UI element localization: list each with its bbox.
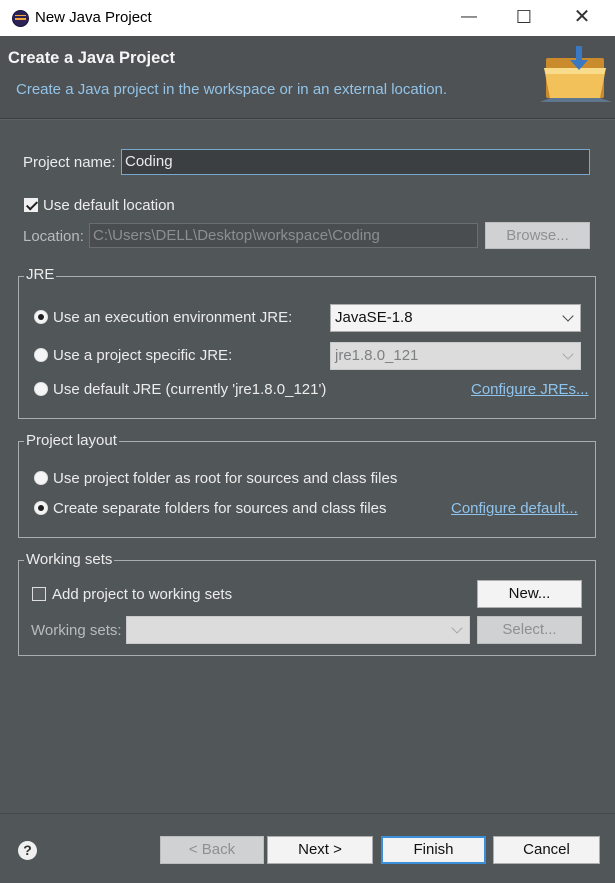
new-working-set-button[interactable]: New... <box>477 580 582 608</box>
default-jre-label: Use default JRE (currently 'jre1.8.0_121… <box>53 381 327 398</box>
maximize-button[interactable]: ☐ <box>495 0 553 36</box>
single-folder-radio[interactable] <box>34 471 48 485</box>
chevron-down-icon <box>451 622 463 634</box>
cancel-button[interactable]: Cancel <box>493 836 600 864</box>
execution-environment-select[interactable]: JavaSE-1.8 <box>330 304 581 332</box>
chevron-down-icon <box>562 310 574 322</box>
project-layout-group <box>18 441 596 538</box>
jre-group-title: JRE <box>24 266 57 283</box>
minimize-button[interactable]: — <box>440 0 498 36</box>
title-bar: New Java Project — ☐ ✕ <box>0 0 615 36</box>
chevron-down-icon <box>562 348 574 360</box>
separate-folders-radio[interactable] <box>34 501 48 515</box>
footer-separator <box>0 813 615 814</box>
execution-environment-value: JavaSE-1.8 <box>335 309 413 326</box>
browse-button: Browse... <box>485 222 590 249</box>
execution-environment-label: Use an execution environment JRE: <box>53 309 293 326</box>
default-jre-radio[interactable] <box>34 382 48 396</box>
working-sets-group-title: Working sets <box>24 551 115 568</box>
configure-jres-link[interactable]: Configure JREs... <box>471 381 589 398</box>
add-to-working-sets-checkbox[interactable] <box>32 587 46 601</box>
working-sets-label: Working sets: <box>31 622 122 639</box>
close-button[interactable]: ✕ <box>553 0 611 36</box>
use-default-location-checkbox[interactable] <box>24 198 38 212</box>
finish-button[interactable]: Finish <box>381 836 486 864</box>
project-layout-group-title: Project layout <box>24 432 119 449</box>
project-specific-jre-value: jre1.8.0_121 <box>335 347 419 364</box>
location-label: Location: <box>23 228 84 245</box>
next-button[interactable]: Next > <box>267 836 373 864</box>
separate-folders-label: Create separate folders for sources and … <box>53 500 387 517</box>
back-button: < Back <box>160 836 264 864</box>
use-default-location-label: Use default location <box>43 197 175 214</box>
wizard-description: Create a Java project in the workspace o… <box>16 81 448 98</box>
location-input: C:\Users\DELL\Desktop\workspace\Coding <box>89 223 478 248</box>
project-specific-jre-select: jre1.8.0_121 <box>330 342 581 370</box>
add-to-working-sets-label: Add project to working sets <box>52 586 233 603</box>
eclipse-icon <box>12 10 29 27</box>
wizard-header: Create a Java Project Create a Java proj… <box>0 36 615 118</box>
project-specific-jre-radio[interactable] <box>34 348 48 362</box>
header-separator <box>0 118 615 120</box>
single-folder-label: Use project folder as root for sources a… <box>53 470 398 487</box>
execution-environment-radio[interactable] <box>34 310 48 324</box>
project-name-input[interactable]: Coding <box>121 149 590 175</box>
select-working-set-button: Select... <box>477 616 582 644</box>
wizard-title: Create a Java Project <box>8 49 175 67</box>
project-specific-jre-label: Use a project specific JRE: <box>53 347 233 364</box>
configure-default-link[interactable]: Configure default... <box>451 500 578 517</box>
working-sets-select <box>126 616 470 644</box>
project-name-label: Project name: <box>23 154 116 171</box>
folder-wizard-icon <box>540 46 612 102</box>
window-title: New Java Project <box>35 9 152 26</box>
help-icon[interactable]: ? <box>18 841 37 860</box>
